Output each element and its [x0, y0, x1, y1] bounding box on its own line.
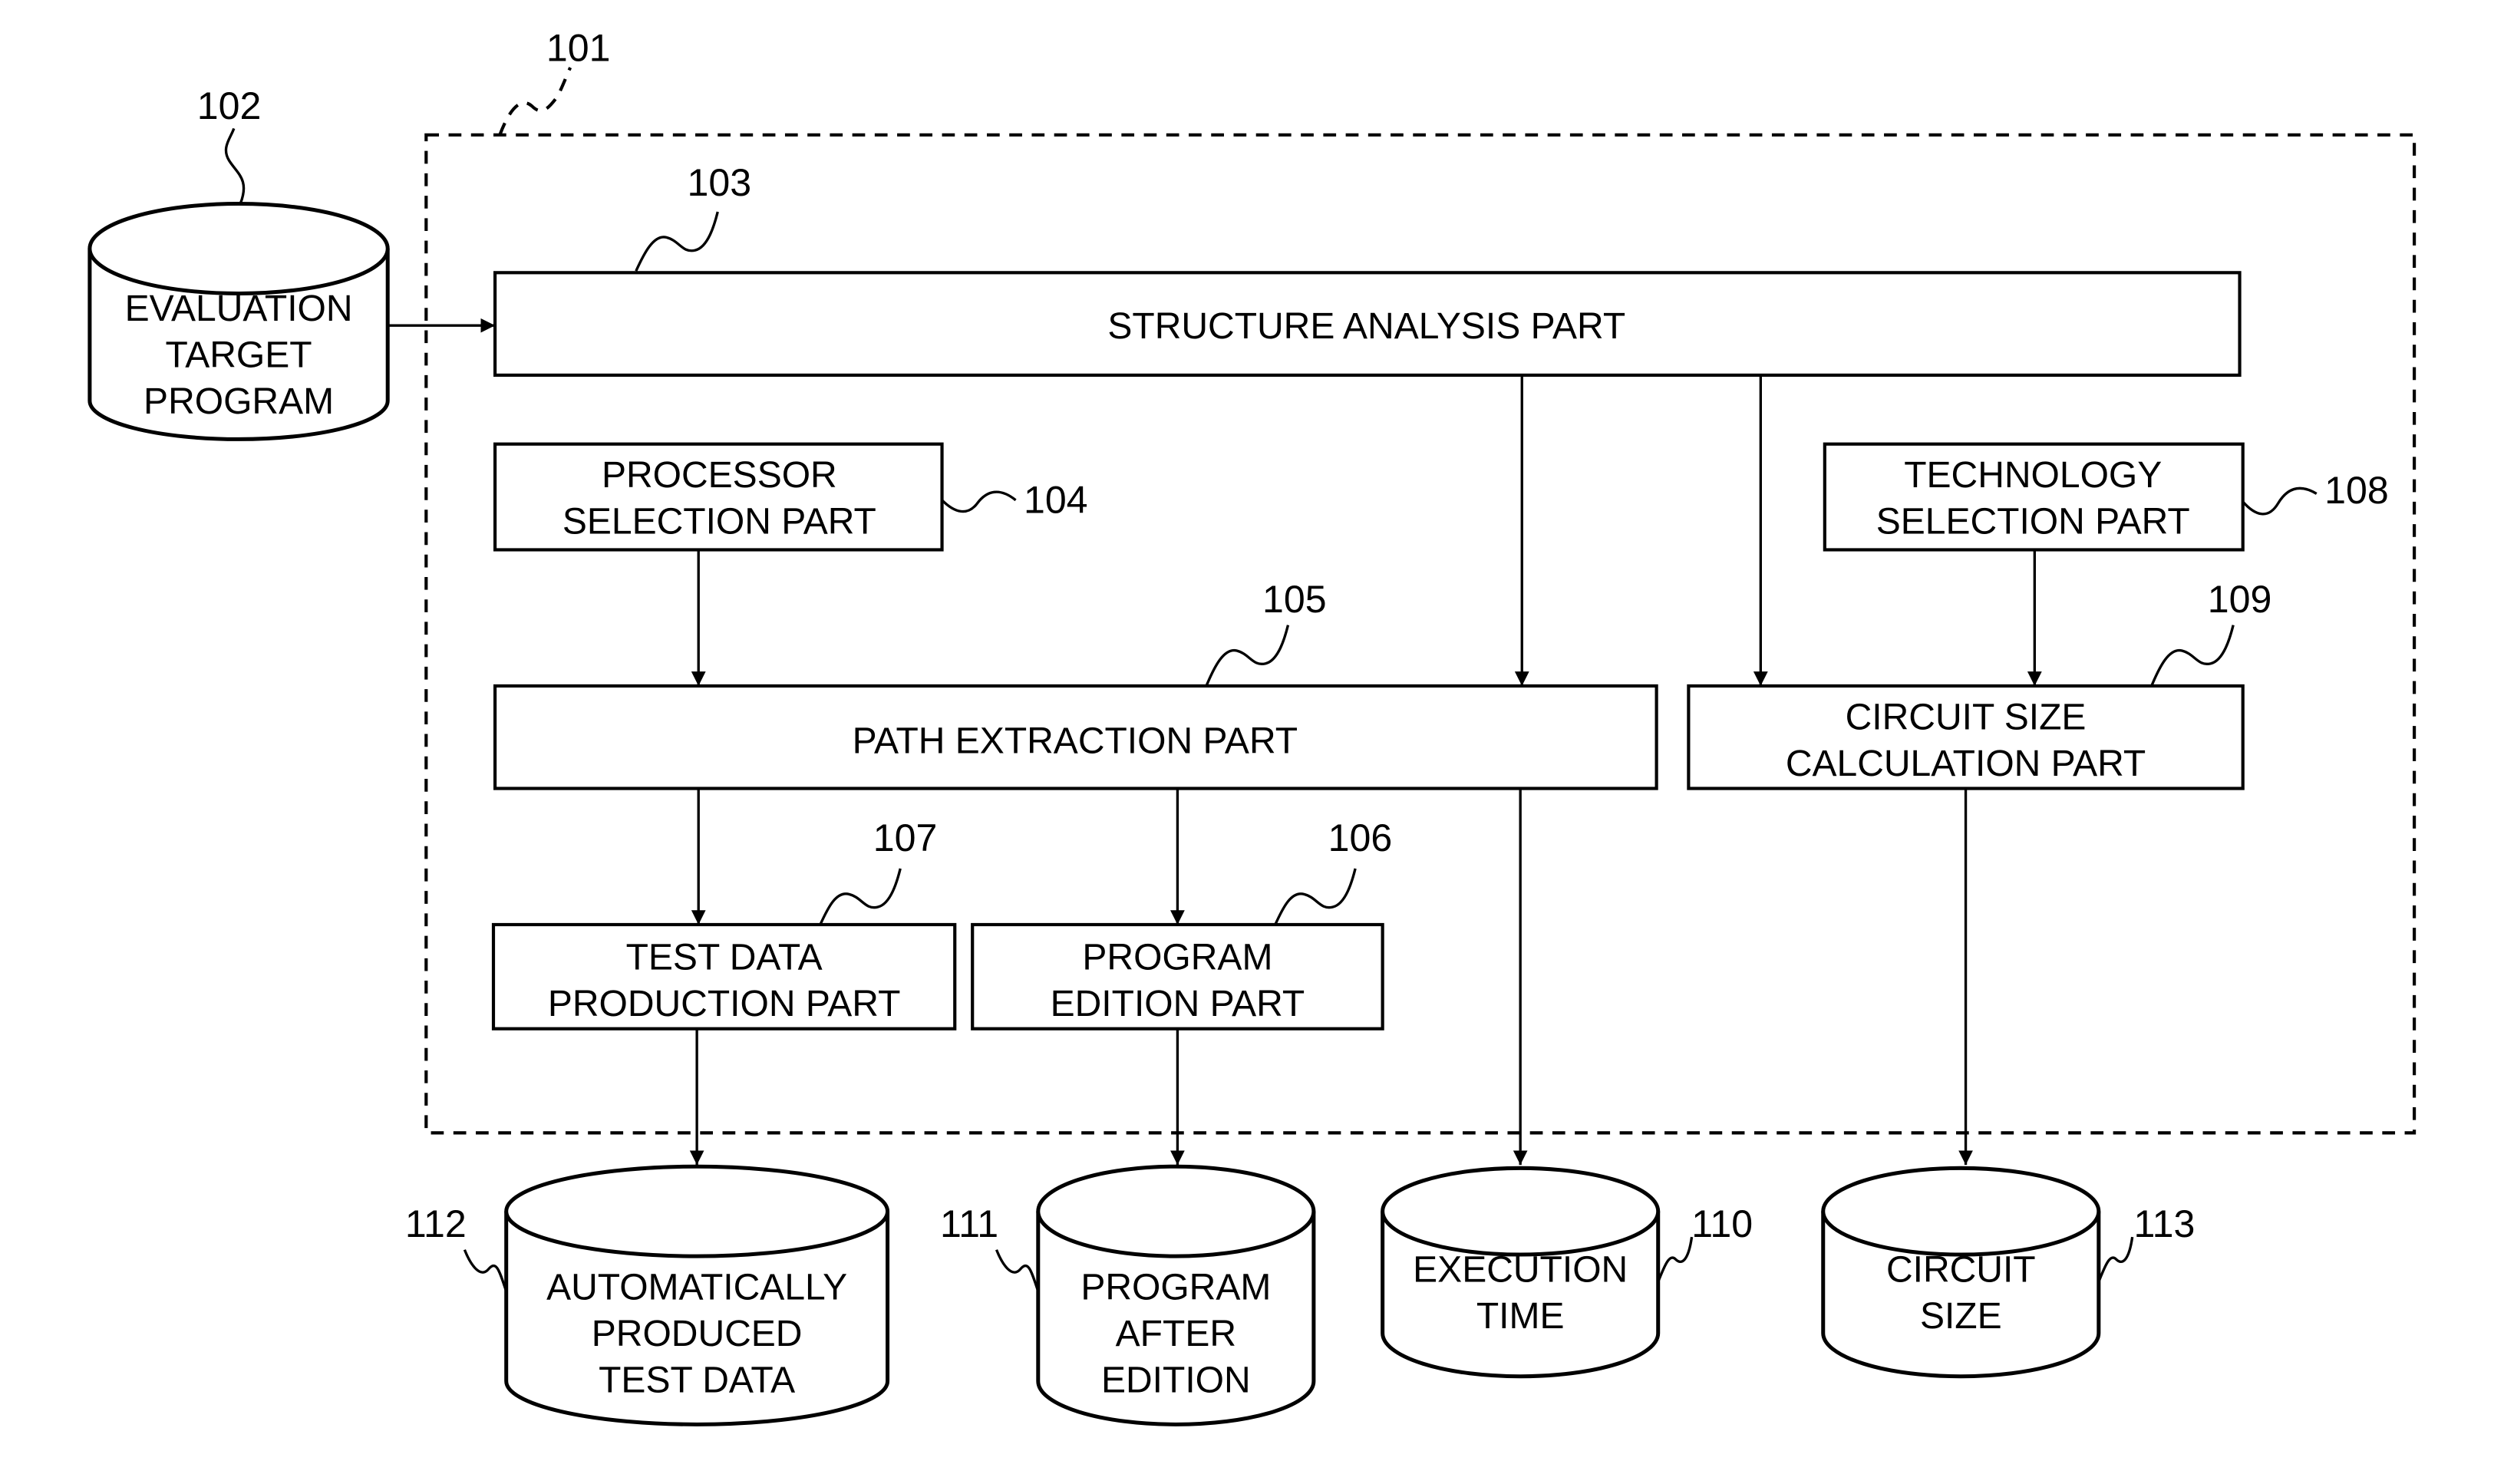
store-label-line: SIZE: [1920, 1296, 2002, 1337]
leader-108: [2242, 486, 2318, 516]
ref-105: 105: [1262, 578, 1327, 621]
ref-108: 108: [2324, 469, 2389, 512]
block-label-line: SELECTION PART: [1876, 502, 2190, 542]
store-label-line: EDITION: [1101, 1360, 1251, 1401]
store-label-line: PROGRAM: [144, 381, 334, 422]
store-label-line: AUTOMATICALLY: [546, 1268, 847, 1308]
ref-103: 103: [688, 161, 752, 204]
leader-109: [2150, 625, 2235, 687]
evaluation-target-program-store: EVALUATION TARGET PROGRAM: [87, 202, 390, 441]
store-label-line: PRODUCED: [592, 1314, 803, 1354]
automatically-produced-test-data-store: AUTOMATICALLY PRODUCED TEST DATA: [504, 1164, 890, 1426]
leader-104: [941, 490, 1017, 513]
block-label: STRUCTURE ANALYSIS PART: [1107, 306, 1625, 347]
leader-106: [1274, 868, 1357, 925]
leader-101: [498, 67, 572, 136]
leader-103: [635, 211, 719, 272]
circuit-size-calculation-part: CIRCUIT SIZE CALCULATION PART: [1687, 684, 2245, 790]
ref-113: 113: [2133, 1202, 2195, 1245]
leader-107: [819, 868, 902, 925]
structure-analysis-part: STRUCTURE ANALYSIS PART: [493, 271, 2242, 378]
leader-110: [1657, 1236, 1694, 1283]
leader-112: [463, 1249, 508, 1292]
program-edition-part: PROGRAM EDITION PART: [971, 922, 1384, 1031]
block-label-line: EDITION PART: [1051, 984, 1305, 1024]
ref-111: 111: [940, 1202, 998, 1245]
leader-111: [995, 1249, 1040, 1292]
ref-110: 110: [1691, 1202, 1753, 1245]
block-label-line: CALCULATION PART: [1786, 744, 2146, 784]
ref-106: 106: [1328, 816, 1393, 859]
ref-102: 102: [197, 84, 262, 127]
block-label-line: CIRCUIT SIZE: [1846, 697, 2087, 737]
leader-102: [224, 127, 246, 205]
ref-112: 112: [405, 1202, 467, 1245]
block-label-line: PRODUCTION PART: [548, 984, 901, 1024]
ref-107: 107: [873, 816, 938, 859]
technology-selection-part: TECHNOLOGY SELECTION PART: [1823, 442, 2245, 552]
block-label-line: SELECTION PART: [562, 502, 876, 542]
ref-104: 104: [1024, 478, 1088, 521]
block-diagram: 101 EVALUATION TARGET PROGRAM 102 STRUCT…: [87, 27, 2417, 1426]
test-data-production-part: TEST DATA PRODUCTION PART: [491, 922, 957, 1031]
circuit-size-store: CIRCUIT SIZE: [1821, 1166, 2101, 1379]
path-extraction-part: PATH EXTRACTION PART: [493, 684, 1658, 790]
processor-selection-part: PROCESSOR SELECTION PART: [493, 442, 944, 552]
program-after-edition-store: PROGRAM AFTER EDITION: [1036, 1164, 1316, 1426]
ref-109: 109: [2208, 578, 2272, 621]
block-label-line: PROCESSOR: [602, 455, 837, 496]
store-label-line: TEST DATA: [599, 1360, 795, 1401]
store-label-line: TARGET: [166, 335, 312, 375]
store-label-line: TIME: [1476, 1296, 1565, 1337]
ref-101: 101: [546, 27, 611, 70]
store-label-line: PROGRAM: [1080, 1268, 1271, 1308]
leader-113: [2097, 1236, 2134, 1283]
store-label-line: EVALUATION: [125, 289, 353, 329]
store-label-line: AFTER: [1116, 1314, 1236, 1354]
execution-time-store: EXECUTION TIME: [1381, 1166, 1661, 1379]
block-label-line: PROGRAM: [1082, 937, 1272, 978]
block-label-line: TECHNOLOGY: [1904, 455, 2162, 496]
leader-105: [1205, 625, 1290, 687]
store-label-line: EXECUTION: [1413, 1250, 1628, 1291]
block-label: PATH EXTRACTION PART: [853, 721, 1298, 762]
store-label-line: CIRCUIT: [1886, 1250, 2036, 1291]
block-label-line: TEST DATA: [626, 937, 823, 978]
